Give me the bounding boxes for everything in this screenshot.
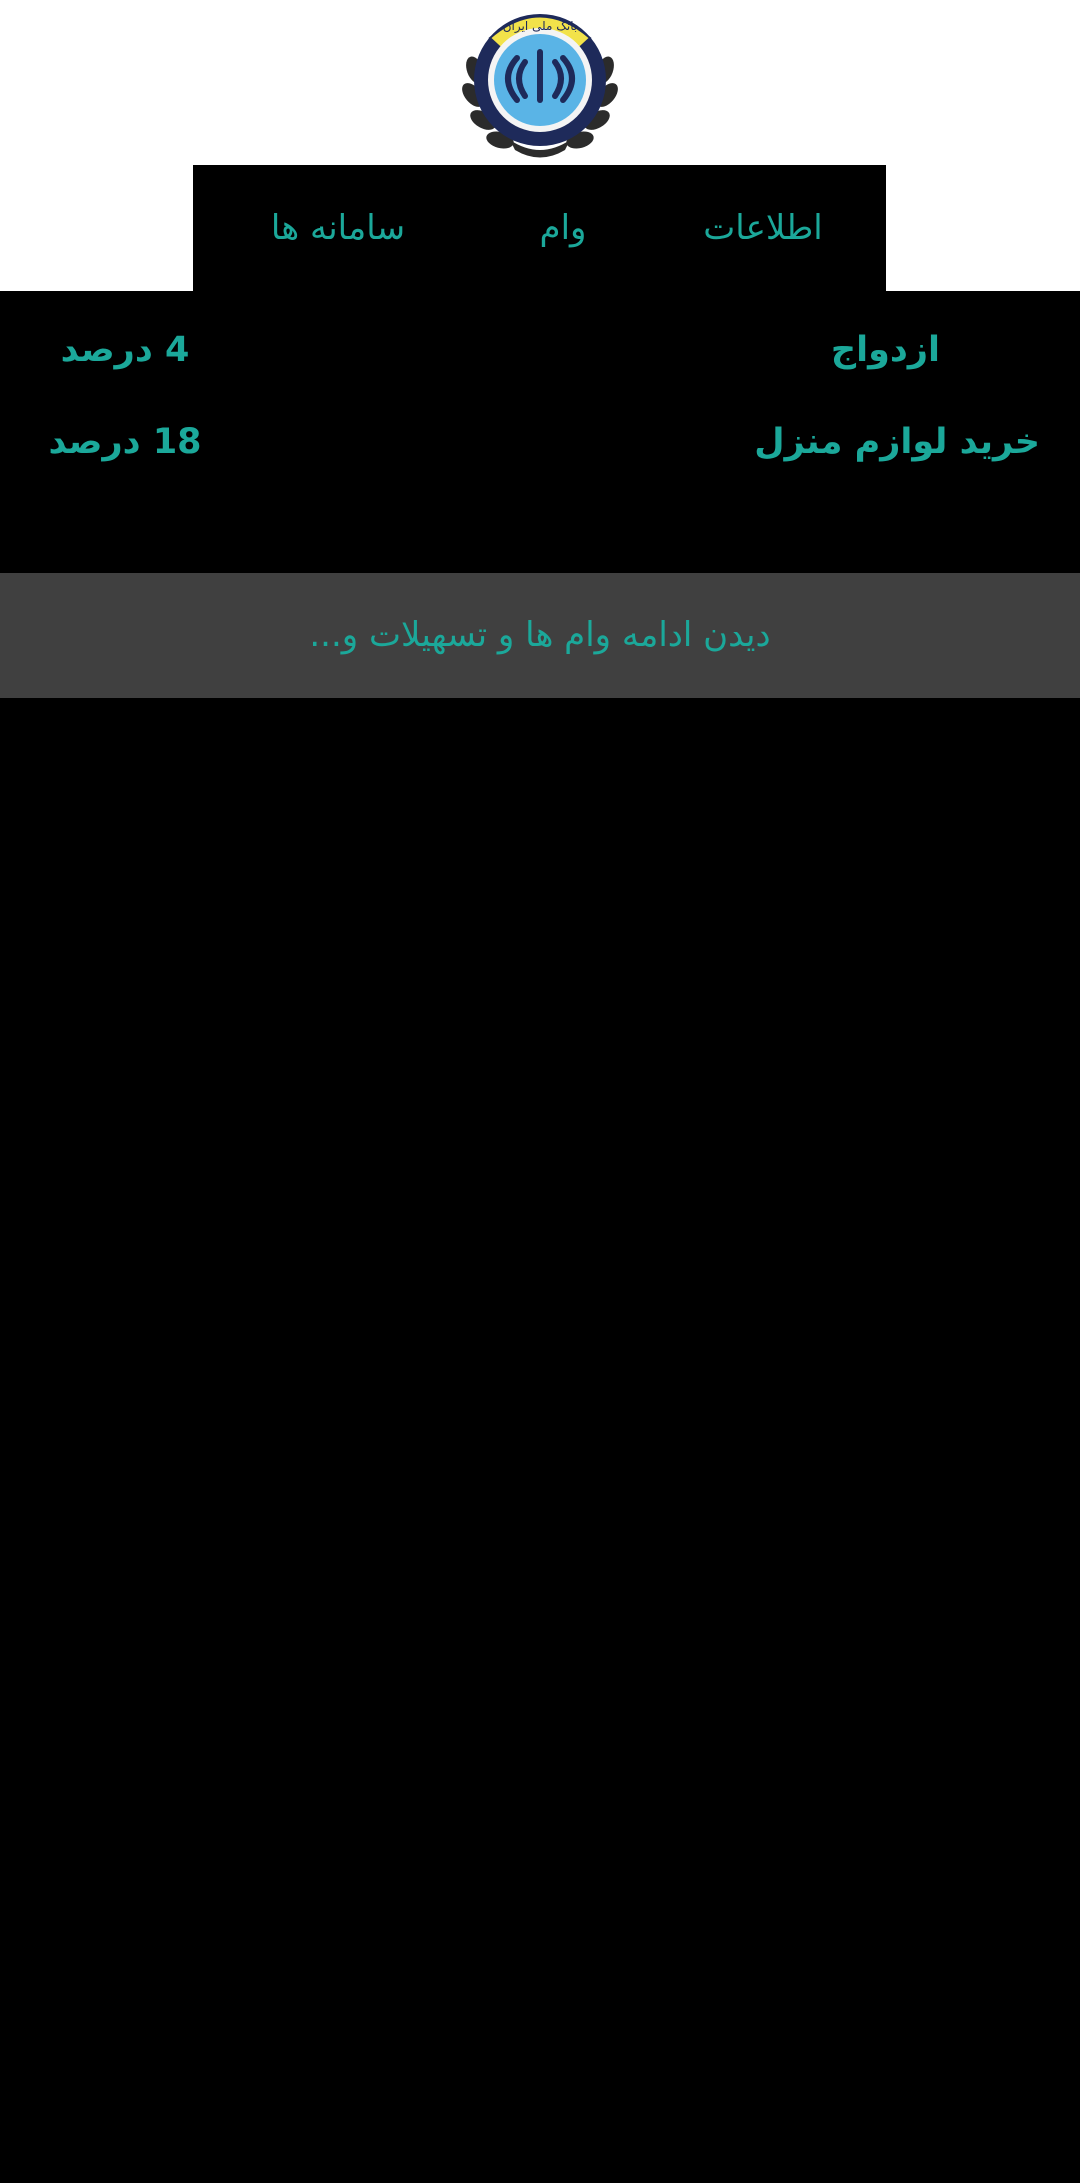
loan-name: خرید لوازم منزل xyxy=(754,422,1040,462)
svg-text:بانک ملی ایران: بانک ملی ایران xyxy=(503,19,578,34)
loan-rate: 4 درصد xyxy=(60,330,190,370)
bank-melli-emblem-icon: بانک ملی ایران xyxy=(462,14,618,158)
see-more-loans-button[interactable]: دیدن ادامه وام ها و تسهیلات و... xyxy=(0,573,1080,698)
tab-loan[interactable]: وام xyxy=(463,165,663,291)
loan-rate: 18 درصد xyxy=(48,422,202,462)
loan-item-home-appliances[interactable]: خرید لوازم منزل 18 درصد xyxy=(0,402,1080,482)
bank-logo: بانک ملی ایران xyxy=(455,0,625,165)
loan-item-marriage[interactable]: ازدواج 4 درصد xyxy=(0,310,1080,390)
loan-name: ازدواج xyxy=(830,330,940,370)
top-tab-bar: اطلاعات وام سامانه ها xyxy=(193,165,886,291)
see-more-label: دیدن ادامه وام ها و تسهیلات و... xyxy=(309,615,771,655)
tab-info[interactable]: اطلاعات xyxy=(663,165,863,291)
tab-systems[interactable]: سامانه ها xyxy=(213,165,463,291)
